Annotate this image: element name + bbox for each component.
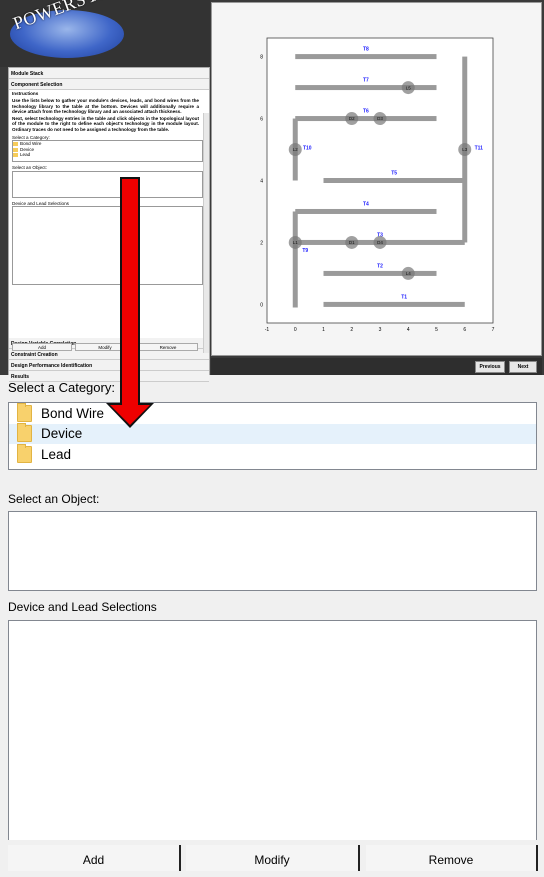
x-tick-label: 2 [350, 327, 353, 333]
trace-label: T6 [363, 109, 369, 115]
mini-category-item[interactable]: Lead [13, 152, 202, 158]
category-text: Device [41, 426, 83, 442]
component-label: L5 [406, 85, 412, 90]
folder-icon [17, 402, 32, 422]
category-item-device[interactable]: Device [9, 423, 536, 444]
component-label: L4 [406, 271, 412, 276]
add-button[interactable]: Add [8, 845, 181, 871]
y-tick-label: 4 [260, 179, 263, 185]
remove-button[interactable]: Remove [366, 845, 538, 871]
mini-modify-button[interactable]: Modify [75, 343, 135, 351]
trace-label: T9 [302, 248, 308, 254]
trace-label: T11 [475, 146, 484, 152]
instructions-para-2: Next, select technology entries in the t… [12, 116, 199, 132]
x-tick-label: -1 [265, 327, 270, 333]
component-label: D4 [377, 240, 383, 245]
category-text: Bond Wire [41, 405, 105, 421]
component-selection-body: Instructions Use the lists below to gath… [9, 91, 209, 353]
component-label: L3 [462, 147, 468, 152]
component-label: L2 [293, 147, 299, 152]
component-label: L1 [293, 240, 299, 245]
accordion-component-selection[interactable]: Component Selection [9, 79, 209, 90]
mini-remove-button[interactable]: Remove [138, 343, 198, 351]
component-label: D1 [349, 240, 355, 245]
mini-button-row: Add Modify Remove [12, 343, 198, 351]
mini-category-text: Lead [20, 152, 31, 158]
folder-icon [13, 147, 18, 152]
folder-icon [17, 443, 32, 463]
mini-category-text: Bond Wire [20, 141, 42, 147]
instructions-heading: Instructions [12, 91, 39, 96]
category-text: Lead [41, 446, 72, 462]
category-label: Select a Category: [8, 380, 115, 395]
trace-rect [323, 301, 465, 307]
object-list[interactable] [8, 511, 537, 591]
mini-add-button[interactable]: Add [12, 343, 72, 351]
folder-icon [13, 142, 18, 147]
component-label: D3 [377, 116, 383, 121]
trace-rect [323, 178, 465, 183]
folder-icon [17, 423, 32, 443]
app-thumbnail: POWERSYNTH Module Stack Component Select… [0, 0, 544, 382]
mini-scrollbar[interactable] [203, 113, 209, 353]
trace-label: T4 [363, 201, 369, 207]
layout-view: -1 0 1 2 3 4 5 6 7 0 2 4 6 8 T1 T2 T3 T4 T5 T6 T7 T8 T9 T10 T11 L… [211, 2, 542, 356]
selections-label: Device and Lead Selections [8, 600, 157, 614]
trace-label: T5 [391, 171, 397, 177]
trace-label: T10 [303, 146, 312, 152]
mini-category-text: Device [20, 146, 35, 152]
layout-plot[interactable]: -1 0 1 2 3 4 5 6 702468T1T2T3T4T5T6T7T8T9T10 T11L… [212, 3, 543, 357]
y-tick-label: 0 [260, 302, 263, 308]
trace-rect [295, 85, 437, 91]
x-tick-label: 5 [435, 327, 438, 333]
modify-button[interactable]: Modify [186, 845, 360, 871]
x-tick-label: 3 [379, 327, 382, 333]
folder-icon [13, 153, 18, 158]
trace-rect [295, 116, 437, 122]
category-item-lead[interactable]: Lead [9, 443, 536, 465]
category-item-bond-wire[interactable]: Bond Wire [9, 402, 536, 424]
trace-label: T2 [377, 263, 383, 269]
x-tick-label: 1 [322, 327, 325, 333]
accordion-module-stack[interactable]: Module Stack [9, 68, 209, 79]
previous-button[interactable]: Previous [475, 361, 505, 373]
trace-rect [295, 208, 437, 214]
x-tick-label: 4 [407, 327, 410, 333]
selections-table[interactable] [8, 620, 537, 840]
y-tick-label: 8 [260, 55, 263, 61]
trace-rect [323, 270, 437, 276]
x-tick-label: 7 [492, 327, 495, 333]
y-tick-label: 6 [260, 117, 263, 123]
y-tick-label: 2 [260, 240, 263, 246]
instructions-para-1: Use the lists below to gather your modul… [12, 98, 199, 114]
category-list[interactable]: Bond Wire Device Lead [8, 402, 537, 470]
accordion-performance[interactable]: Design Performance Identification [9, 360, 209, 371]
object-label: Select an Object: [8, 492, 100, 506]
mini-object-list[interactable] [12, 170, 203, 198]
x-tick-label: 0 [294, 327, 297, 333]
trace-label: T7 [363, 78, 369, 84]
wizard-sidebar: Module Stack Component Selection Instruc… [8, 67, 210, 382]
trace-rect [292, 211, 298, 308]
mini-selections-table[interactable] [12, 205, 203, 285]
component-label: D2 [349, 116, 355, 121]
next-button[interactable]: Next [509, 361, 537, 373]
powersynth-logo: POWERSYNTH [0, 0, 210, 67]
trace-label: T8 [363, 47, 369, 53]
trace-rect [295, 54, 437, 60]
x-tick-label: 6 [463, 327, 466, 333]
wizard-nav-bar: Previous Next [211, 358, 542, 375]
mini-category-list[interactable]: Bond Wire Device Lead [12, 140, 203, 163]
app-root: POWERSYNTH Module Stack Component Select… [0, 0, 544, 877]
trace-label: T1 [401, 294, 407, 300]
